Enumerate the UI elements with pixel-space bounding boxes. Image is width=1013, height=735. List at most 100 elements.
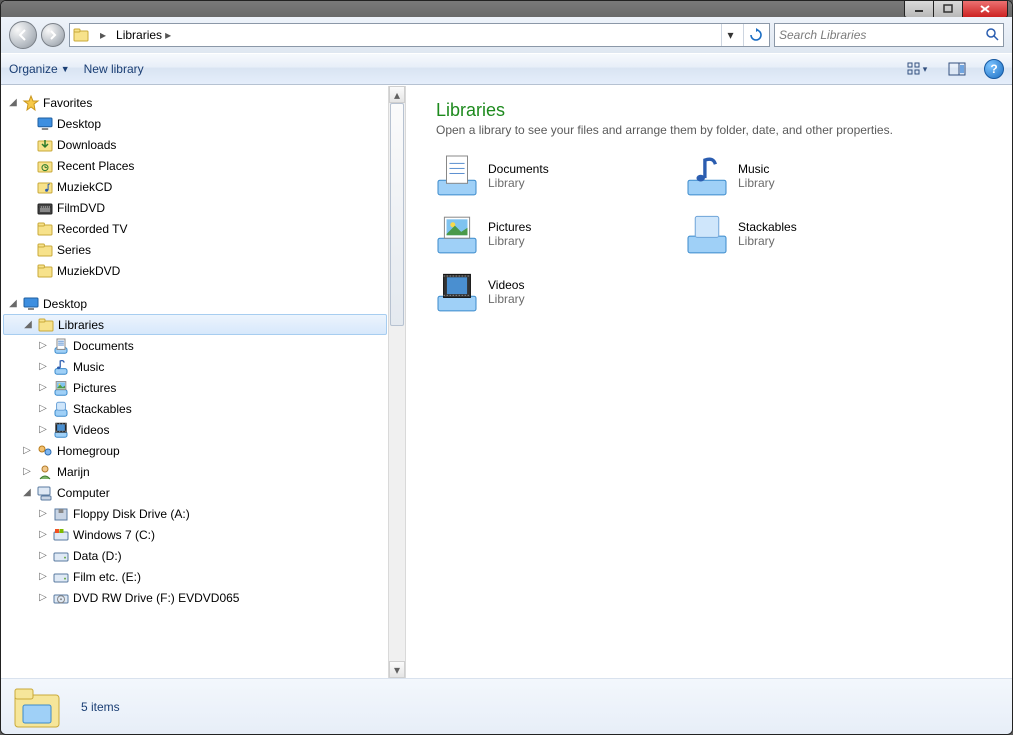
titlebar[interactable] bbox=[1, 1, 1012, 17]
expand-icon[interactable]: ▷ bbox=[37, 340, 49, 351]
minimize-button[interactable] bbox=[904, 0, 934, 18]
tree-label: Data (D:) bbox=[73, 549, 122, 563]
folder-music-icon bbox=[37, 179, 53, 195]
tree-item-computer[interactable]: ◢ Computer bbox=[3, 482, 405, 503]
tree-item[interactable]: Recent Places bbox=[3, 155, 405, 176]
homegroup-icon bbox=[37, 443, 53, 459]
expand-icon[interactable]: ▷ bbox=[37, 382, 49, 393]
tree-item[interactable]: Recorded TV bbox=[3, 218, 405, 239]
folder-icon bbox=[37, 263, 53, 279]
expand-icon[interactable]: ▷ bbox=[37, 508, 49, 519]
libraries-icon bbox=[72, 26, 90, 44]
tree-item[interactable]: ▷Windows 7 (C:) bbox=[3, 524, 405, 545]
library-grid: DocumentsLibraryMusicLibraryPicturesLibr… bbox=[436, 155, 1002, 313]
tree-label: Recent Places bbox=[57, 159, 134, 173]
tree-label: Floppy Disk Drive (A:) bbox=[73, 507, 190, 521]
tree-item[interactable]: Desktop bbox=[3, 113, 405, 134]
library-item[interactable]: PicturesLibrary bbox=[436, 213, 686, 255]
tree-label: Stackables bbox=[73, 402, 132, 416]
search-box[interactable]: Search Libraries bbox=[774, 23, 1004, 47]
view-options-button[interactable] bbox=[904, 58, 930, 80]
library-type: Library bbox=[488, 176, 549, 190]
preview-pane-button[interactable] bbox=[944, 58, 970, 80]
expand-icon[interactable]: ▷ bbox=[21, 445, 33, 456]
expand-icon[interactable]: ▷ bbox=[37, 403, 49, 414]
tree-group-favorites[interactable]: ◢ Favorites bbox=[3, 92, 405, 113]
tree-item[interactable]: ▷ DVD RW Drive (F:) EVDVD065 bbox=[3, 587, 405, 608]
back-button[interactable] bbox=[9, 21, 37, 49]
library-name: Stackables bbox=[738, 220, 797, 234]
collapse-icon[interactable]: ◢ bbox=[21, 487, 33, 498]
organize-menu[interactable]: Organize ▼ bbox=[9, 62, 70, 76]
library-item[interactable]: VideosLibrary bbox=[436, 271, 686, 313]
library-item[interactable]: DocumentsLibrary bbox=[436, 155, 686, 197]
folder-icon bbox=[37, 242, 53, 258]
tree-label: Recorded TV bbox=[57, 222, 127, 236]
tree-item[interactable]: Series bbox=[3, 239, 405, 260]
tree-label: Videos bbox=[73, 423, 109, 437]
expand-icon[interactable]: ▷ bbox=[21, 466, 33, 477]
library-item[interactable]: MusicLibrary bbox=[686, 155, 936, 197]
tree-item[interactable]: ▷Film etc. (E:) bbox=[3, 566, 405, 587]
tree-item[interactable]: ▷Documents bbox=[3, 335, 405, 356]
scroll-down-button[interactable]: ▾ bbox=[389, 661, 405, 678]
help-button[interactable]: ? bbox=[984, 59, 1004, 79]
scroll-up-button[interactable]: ▴ bbox=[389, 86, 405, 103]
refresh-button[interactable] bbox=[743, 24, 767, 46]
tree-group-desktop[interactable]: ◢ Desktop bbox=[3, 293, 405, 314]
folder-film-icon bbox=[37, 200, 53, 216]
maximize-button[interactable] bbox=[933, 0, 963, 18]
tree-label: Libraries bbox=[58, 318, 104, 332]
tree-item[interactable]: Downloads bbox=[3, 134, 405, 155]
tree-item[interactable]: MuziekCD bbox=[3, 176, 405, 197]
collapse-icon[interactable]: ◢ bbox=[22, 319, 34, 330]
tree-label: MuziekDVD bbox=[57, 264, 120, 278]
address-bar[interactable]: ▸ Libraries ▸ ▾ bbox=[69, 23, 770, 47]
tree-item[interactable]: ▷ Videos bbox=[3, 419, 405, 440]
forward-button[interactable] bbox=[41, 23, 65, 47]
tree-label: DVD RW Drive (F:) EVDVD065 bbox=[73, 591, 239, 605]
tree-item[interactable]: MuziekDVD bbox=[3, 260, 405, 281]
expand-icon[interactable]: ▷ bbox=[37, 592, 49, 603]
tree-item-user[interactable]: ▷ Marijn bbox=[3, 461, 405, 482]
library-item[interactable]: StackablesLibrary bbox=[686, 213, 936, 255]
expand-icon[interactable]: ▷ bbox=[37, 529, 49, 540]
tree-item[interactable]: ▷ Music bbox=[3, 356, 405, 377]
tree-item[interactable]: ▷ Data (D:) bbox=[3, 545, 405, 566]
breadcrumb-segment[interactable]: ▸ bbox=[94, 24, 109, 46]
expand-icon[interactable]: ▷ bbox=[37, 424, 49, 435]
close-button[interactable] bbox=[962, 0, 1008, 18]
tree-label: Desktop bbox=[57, 117, 101, 131]
tree-label: Music bbox=[73, 360, 104, 374]
tree-item-homegroup[interactable]: ▷ Homegroup bbox=[3, 440, 405, 461]
chevron-right-icon: ▸ bbox=[97, 28, 106, 42]
tree-item[interactable]: ▷ Floppy Disk Drive (A:) bbox=[3, 503, 405, 524]
collapse-icon[interactable]: ◢ bbox=[7, 298, 19, 309]
optical-icon bbox=[53, 590, 69, 606]
new-library-button[interactable]: New library bbox=[84, 62, 144, 76]
star-icon bbox=[23, 95, 39, 111]
tree-item[interactable]: FilmDVD bbox=[3, 197, 405, 218]
tree-label: Homegroup bbox=[57, 444, 120, 458]
libraries-icon bbox=[38, 317, 54, 333]
tree-label: Marijn bbox=[57, 465, 90, 479]
scroll-thumb[interactable] bbox=[390, 103, 404, 326]
tree-label: Computer bbox=[57, 486, 110, 500]
breadcrumb-segment-libraries[interactable]: Libraries ▸ bbox=[113, 24, 174, 46]
content-title: Libraries bbox=[436, 100, 1002, 121]
nav-scrollbar[interactable]: ▴ ▾ bbox=[388, 86, 405, 678]
tree-item[interactable]: ▷ Stackables bbox=[3, 398, 405, 419]
details-bar: 5 items bbox=[1, 678, 1012, 734]
expand-icon[interactable]: ▷ bbox=[37, 571, 49, 582]
scroll-track[interactable] bbox=[389, 103, 405, 661]
expand-icon[interactable]: ▷ bbox=[37, 361, 49, 372]
lib-doc-icon bbox=[436, 155, 478, 197]
tree-item-libraries[interactable]: ◢ Libraries bbox=[3, 314, 387, 335]
library-name: Videos bbox=[488, 278, 525, 292]
expand-icon[interactable]: ▷ bbox=[37, 550, 49, 561]
lib-doc-icon bbox=[53, 338, 69, 354]
recent-icon bbox=[37, 158, 53, 174]
tree-item[interactable]: ▷Pictures bbox=[3, 377, 405, 398]
collapse-icon[interactable]: ◢ bbox=[7, 97, 19, 108]
address-history-dropdown[interactable]: ▾ bbox=[721, 24, 739, 46]
